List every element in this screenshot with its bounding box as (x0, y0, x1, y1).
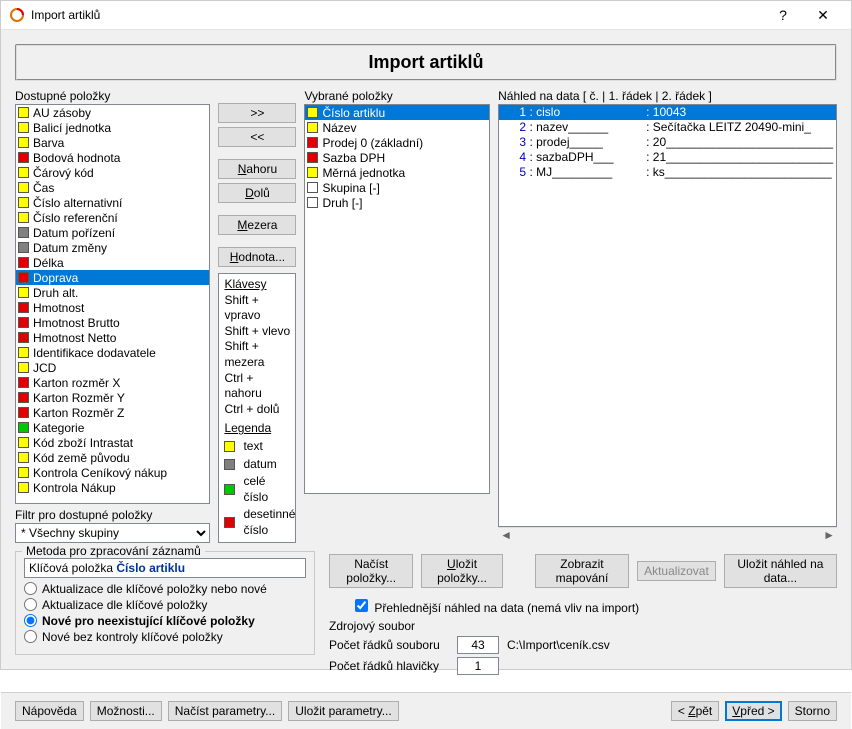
headerrows-input[interactable] (457, 657, 499, 675)
available-listbox[interactable]: AU zásobyBalicí jednotkaBarvaBodová hodn… (15, 104, 210, 504)
list-item[interactable]: Datum pořízení (16, 225, 209, 240)
list-item[interactable]: Kategorie (16, 420, 209, 435)
load-items-button[interactable]: Načíst položky... (329, 554, 413, 588)
list-item[interactable]: Číslo artiklu (305, 105, 489, 120)
list-item[interactable]: Čas (16, 180, 209, 195)
list-item[interactable]: Čárový kód (16, 165, 209, 180)
list-item[interactable]: Karton Rozměr Z (16, 405, 209, 420)
save-preview-button[interactable]: Uložit náhled na data... (724, 554, 837, 588)
preview-label: Náhled na data [ č. | 1. řádek | 2. řáde… (498, 89, 837, 103)
list-item[interactable]: Identifikace dodavatele (16, 345, 209, 360)
list-item[interactable]: Kontrola Nákup (16, 480, 209, 495)
list-item[interactable]: Balicí jednotka (16, 120, 209, 135)
save-items-button[interactable]: Uložit položky... (421, 554, 502, 588)
move-down-button[interactable]: Dolů (218, 183, 296, 203)
list-item[interactable]: Hmotnost Brutto (16, 315, 209, 330)
list-item[interactable]: Druh [-] (305, 195, 489, 210)
list-item[interactable]: Číslo alternativní (16, 195, 209, 210)
move-left-button[interactable]: << (218, 127, 296, 147)
list-item[interactable]: Skupina [-] (305, 180, 489, 195)
method-legend: Metoda pro zpracování záznamů (22, 544, 205, 558)
list-item[interactable]: JCD (16, 360, 209, 375)
filter-select[interactable]: * Všechny skupiny (15, 523, 210, 543)
preview-row[interactable]: 1 : cislo: 10043 (499, 105, 836, 120)
headerrows-label: Počet řádků hlavičky (329, 659, 449, 673)
key-field: Klíčová položka Číslo artiklu (24, 558, 306, 578)
preview-row[interactable]: 2 : nazev______: Sečítačka LEITZ 20490-m… (499, 120, 836, 135)
list-item[interactable]: Měrná jednotka (305, 165, 489, 180)
list-item[interactable]: Hmotnost (16, 300, 209, 315)
list-item[interactable]: Sazba DPH (305, 150, 489, 165)
help-button[interactable]: ? (763, 1, 803, 29)
move-right-button[interactable]: >> (218, 103, 296, 123)
filter-label: Filtr pro dostupné položky (15, 508, 210, 522)
panel-title: Import artiklů (15, 44, 837, 81)
back-button[interactable]: < Zpět (671, 701, 719, 721)
list-item[interactable]: AU zásoby (16, 105, 209, 120)
list-item[interactable]: Doprava (16, 270, 209, 285)
preview-row[interactable]: 5 : MJ_________: ks_____________________… (499, 165, 836, 180)
list-item[interactable]: Kód země původu (16, 450, 209, 465)
source-path: C:\Import\ceník.csv (507, 638, 610, 652)
list-item[interactable]: Číslo referenční (16, 210, 209, 225)
space-button[interactable]: Mezera (218, 215, 296, 235)
rowcount-label: Počet řádků souboru (329, 638, 449, 652)
preview-listbox[interactable]: 1 : cislo: 100432 : nazev______: Sečítač… (498, 104, 837, 527)
show-mapping-button[interactable]: Zobrazit mapování (535, 554, 629, 588)
app-icon (9, 7, 25, 23)
load-params-button[interactable]: Načíst parametry... (168, 701, 282, 721)
help-footer-button[interactable]: Nápověda (15, 701, 84, 721)
list-item[interactable]: Prodej 0 (základní) (305, 135, 489, 150)
list-item[interactable]: Karton Rozměr Y (16, 390, 209, 405)
preview-row[interactable]: 3 : prodej_____: 20_____________________… (499, 135, 836, 150)
list-item[interactable]: Kód zboží Intrastat (16, 435, 209, 450)
next-button[interactable]: Vpřed > (725, 701, 781, 721)
window-title: Import artiklů (31, 8, 763, 22)
radio-update[interactable]: Aktualizace dle klíčové položky (24, 598, 306, 612)
list-item[interactable]: Druh alt. (16, 285, 209, 300)
list-item[interactable]: Hmotnost Netto (16, 330, 209, 345)
save-params-button[interactable]: Uložit parametry... (288, 701, 398, 721)
available-label: Dostupné položky (15, 89, 210, 103)
move-up-button[interactable]: Nahoru (218, 159, 296, 179)
list-item[interactable]: Název (305, 120, 489, 135)
options-button[interactable]: Možnosti... (90, 701, 162, 721)
hscrollbar[interactable]: ◄► (498, 527, 837, 543)
radio-new-nonexisting[interactable]: Nové pro neexistující klíčové položky (24, 614, 306, 628)
radio-update-or-new[interactable]: Aktualizace dle klíčové položky nebo nov… (24, 582, 306, 596)
source-group-label: Zdrojový soubor (329, 619, 837, 633)
method-group: Metoda pro zpracování záznamů Klíčová po… (15, 551, 315, 655)
refresh-button[interactable]: Aktualizovat (637, 561, 716, 581)
selected-label: Vybrané položky (304, 89, 490, 103)
cancel-button[interactable]: Storno (788, 701, 837, 721)
list-item[interactable]: Délka (16, 255, 209, 270)
rowcount-value: 43 (457, 636, 499, 654)
preview-row[interactable]: 4 : sazbaDPH___: 21_____________________… (499, 150, 836, 165)
list-item[interactable]: Barva (16, 135, 209, 150)
value-button[interactable]: Hodnota... (218, 247, 296, 267)
list-item[interactable]: Datum změny (16, 240, 209, 255)
cleaner-preview-checkbox[interactable]: Přehlednější náhled na data (nemá vliv n… (351, 596, 639, 615)
list-item[interactable]: Kontrola Ceníkový nákup (16, 465, 209, 480)
list-item[interactable]: Karton rozměr X (16, 375, 209, 390)
close-button[interactable]: ✕ (803, 1, 843, 29)
keyboard-hints: Klávesy Shift + vpravo Shift + vlevo Shi… (218, 273, 296, 543)
selected-listbox[interactable]: Číslo artikluNázevProdej 0 (základní)Saz… (304, 104, 490, 494)
list-item[interactable]: Bodová hodnota (16, 150, 209, 165)
radio-new-nocheck[interactable]: Nové bez kontroly klíčové položky (24, 630, 306, 644)
